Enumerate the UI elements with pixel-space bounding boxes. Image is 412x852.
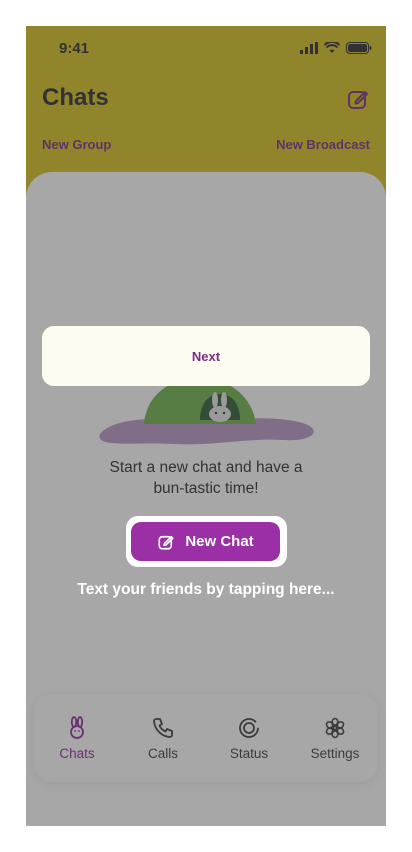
tour-next-button[interactable]: Next [192, 349, 220, 364]
onboarding-overlay[interactable] [26, 26, 386, 826]
tour-hint-text: Text your friends by tapping here... [77, 581, 335, 598]
phone-screen: 9:41 Chats New Group New Broadcast Start… [26, 26, 386, 826]
new-chat-button-label: New Chat [185, 533, 254, 550]
tour-tooltip: Next [42, 326, 370, 386]
new-chat-button[interactable]: New Chat [131, 522, 280, 561]
compose-icon [158, 535, 174, 550]
